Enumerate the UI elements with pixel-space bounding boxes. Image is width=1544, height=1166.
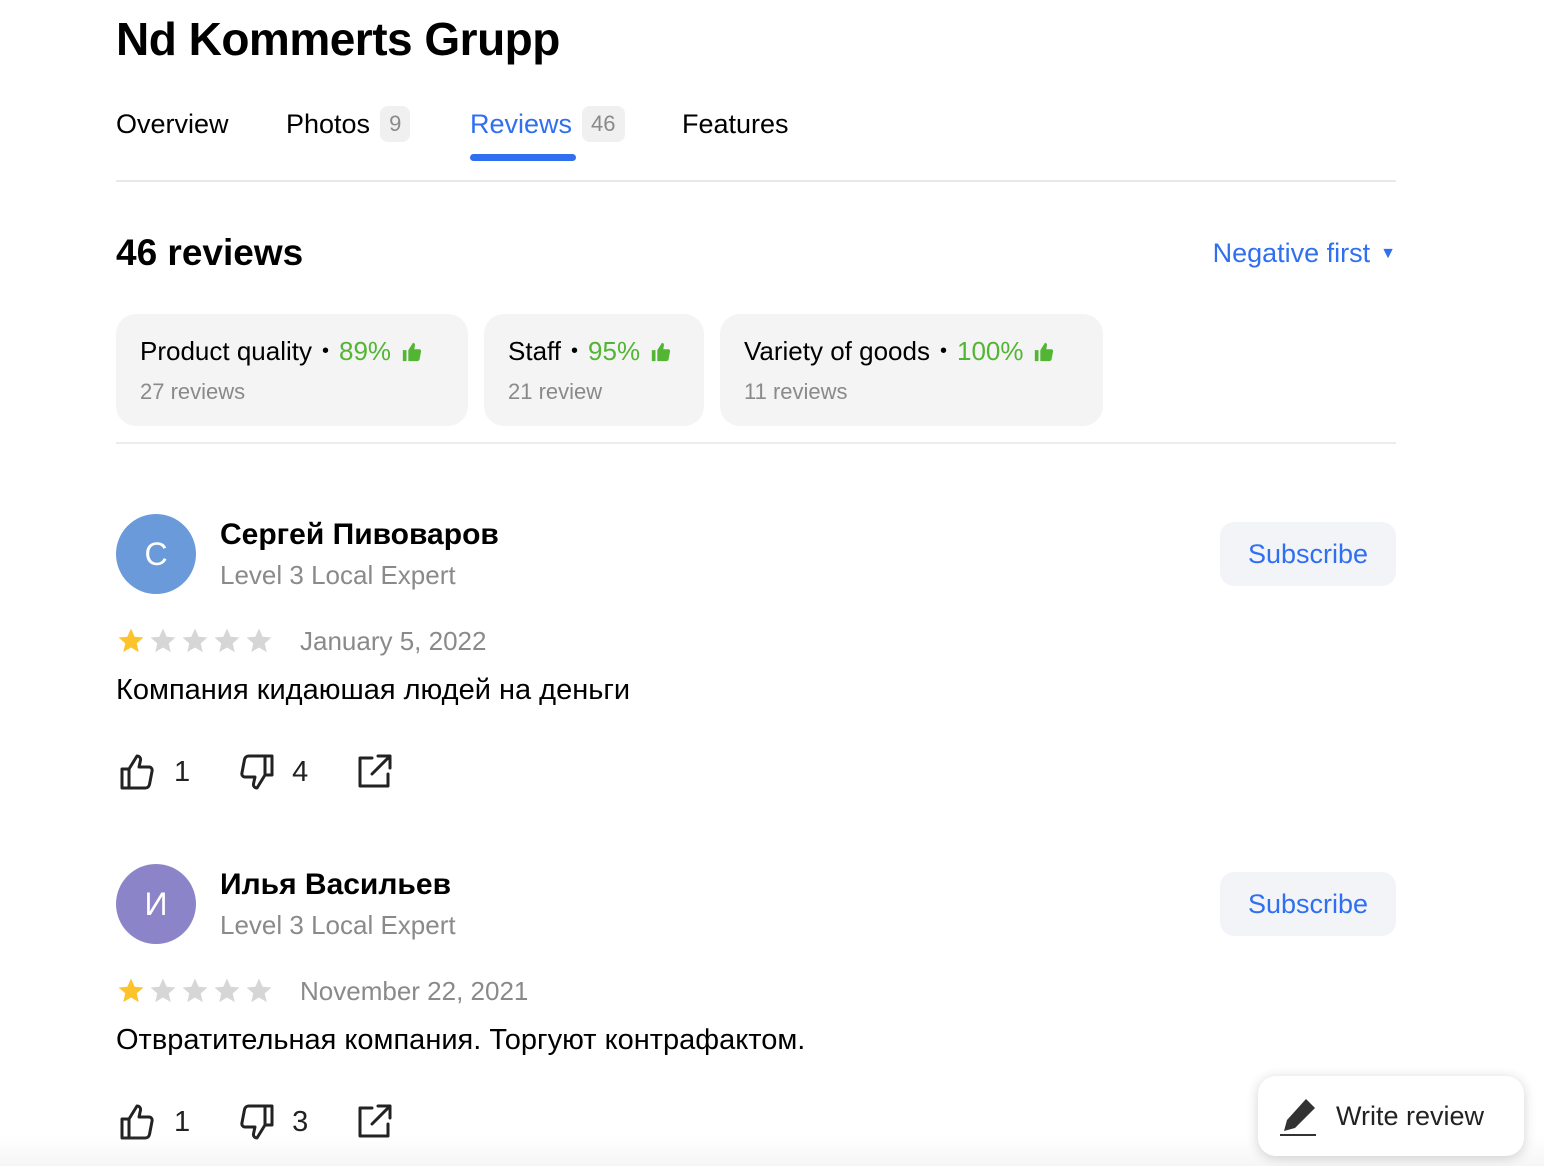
tab-overview[interactable]: Overview [116,104,229,144]
tab-features[interactable]: Features [682,104,789,144]
subscribe-button[interactable]: Subscribe [1220,872,1396,936]
divider [116,442,1396,444]
write-review-label: Write review [1336,1100,1485,1131]
page-title: Nd Kommerts Grupp [116,13,560,65]
author-level: Level 3 Local Expert [220,910,456,940]
tab-overview-label: Overview [116,108,229,139]
tab-reviews-badge: 46 [582,106,625,142]
thumb-up-icon [1035,342,1054,361]
avatar[interactable]: С [116,514,196,594]
author-name[interactable]: Сергей Пивоваров [220,518,499,552]
avatar-initial: И [144,885,168,922]
review-actions: 1 4 [116,750,396,794]
like-button[interactable]: 1 [116,750,190,794]
review-date: January 5, 2022 [300,626,487,656]
thumb-down-icon [240,1104,274,1140]
review-item: И Илья Васильев Level 3 Local Expert Sub… [116,864,1396,1164]
subscribe-button[interactable]: Subscribe [1220,522,1396,586]
aspect-card-staff[interactable]: Staff • 95% 21 review [484,314,704,426]
author-level: Level 3 Local Expert [220,560,456,590]
sort-dropdown[interactable]: Negative first ▼ [1213,238,1396,269]
star-icon [214,628,240,653]
aspect-count: 11 reviews [744,379,848,404]
write-review-button[interactable]: Write review [1258,1076,1524,1156]
thumb-down-icon [240,754,274,790]
thumb-up-icon [120,754,154,790]
avatar-initial: С [144,535,168,572]
like-count: 1 [174,755,191,788]
share-button[interactable] [352,1100,396,1144]
like-button[interactable]: 1 [116,1100,190,1144]
aspect-filters: Product quality • 89% 27 reviews Staff •… [116,314,1103,426]
star-icon [246,628,272,653]
author-name[interactable]: Илья Васильев [220,868,451,902]
aspect-card-product-quality[interactable]: Product quality • 89% 27 reviews [116,314,468,426]
active-tab-indicator [470,154,576,161]
aspect-name: Variety of goods [744,336,930,366]
tab-photos[interactable]: Photos 9 [286,104,411,144]
sort-label: Negative first [1212,238,1371,268]
review-date: November 22, 2021 [300,976,529,1006]
tab-bar: Overview Photos 9 Reviews 46 Features [116,100,1396,182]
star-icon [118,978,144,1003]
separator-dot: • [321,340,329,362]
aspect-name: Product quality [140,336,312,366]
aspect-name: Staff [508,336,562,366]
dislike-count: 4 [292,755,309,788]
like-count: 1 [174,1105,191,1138]
tab-photos-label: Photos [286,108,371,139]
review-actions: 1 3 [116,1100,396,1144]
thumb-up-icon [651,342,671,361]
aspect-percent: 89% [339,336,392,366]
star-icon [150,978,176,1003]
star-icon [118,628,144,653]
dislike-count: 3 [292,1105,309,1138]
pencil-icon [1280,1099,1316,1136]
aspect-percent: 95% [588,336,641,366]
aspect-count: 21 review [508,379,603,404]
dislike-button[interactable]: 4 [234,750,308,794]
share-icon [358,1104,392,1138]
review-text: Отвратительная компания. Торгуют контраф… [116,1024,806,1056]
avatar[interactable]: И [116,864,196,944]
reviews-count-heading: 46 reviews [116,232,304,273]
share-icon [358,754,392,788]
star-rating [116,976,274,1006]
tab-reviews[interactable]: Reviews 46 [470,104,625,144]
review-text: Компания кидаюшая людей на деньги [116,674,631,706]
dislike-button[interactable]: 3 [234,1100,308,1144]
separator-dot: • [571,340,579,362]
aspect-count: 27 reviews [140,379,246,404]
aspect-percent: 100% [956,336,1024,366]
thumb-up-icon [120,1104,154,1140]
review-item: С Сергей Пивоваров Level 3 Local Expert … [116,514,1396,814]
tab-photos-badge: 9 [380,106,411,142]
star-icon [150,628,176,653]
star-icon [182,628,208,653]
star-icon [182,978,208,1003]
star-rating [116,626,274,656]
separator-dot: • [939,340,947,362]
thumb-up-icon [402,342,422,361]
caret-down-icon: ▼ [1380,244,1396,262]
tab-features-label: Features [682,108,789,139]
share-button[interactable] [352,750,396,794]
star-icon [246,978,272,1003]
aspect-card-variety-of-goods[interactable]: Variety of goods • 100% 11 reviews [720,314,1103,426]
tab-reviews-label: Reviews [470,108,573,139]
star-icon [214,978,240,1003]
